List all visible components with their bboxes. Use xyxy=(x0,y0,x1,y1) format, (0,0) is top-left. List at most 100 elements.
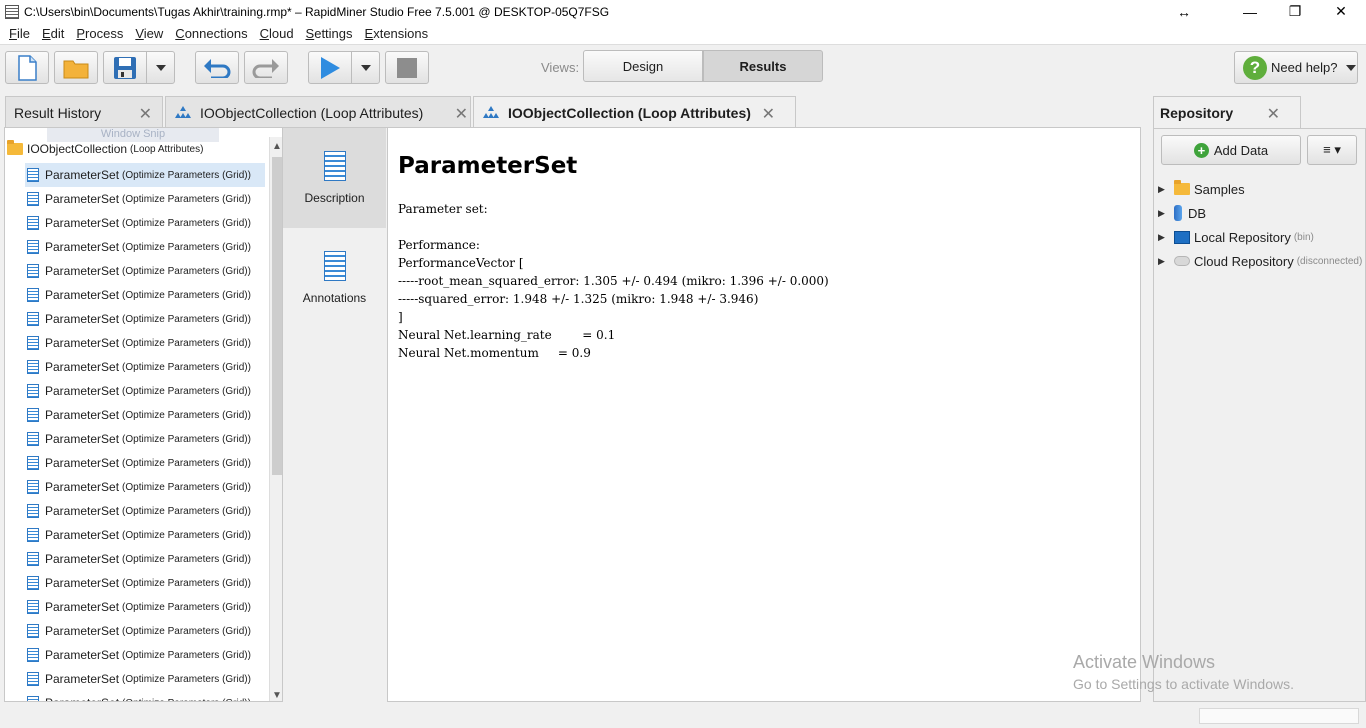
list-item[interactable]: ParameterSet(Optimize Parameters (Grid)) xyxy=(25,331,265,355)
list-item[interactable]: ParameterSet(Optimize Parameters (Grid)) xyxy=(25,379,265,403)
history-scrollbar[interactable]: ▲ ▼ xyxy=(269,137,282,701)
expand-arrow-icon[interactable]: ▶ xyxy=(1158,232,1168,243)
redo-button[interactable] xyxy=(244,51,288,84)
chevron-down-icon xyxy=(1345,64,1356,71)
close-tab-icon[interactable]: ✕ xyxy=(762,104,775,124)
list-item-label: ParameterSet xyxy=(45,528,120,542)
chevron-down-icon xyxy=(360,64,371,71)
expand-arrow-icon[interactable]: ▶ xyxy=(1158,208,1168,219)
close-window-button[interactable]: ✕ xyxy=(1318,0,1364,23)
need-help-button[interactable]: ? Need help? xyxy=(1234,51,1358,84)
tab-result-history-label: Result History xyxy=(14,104,102,121)
repo-item-label: Local Repository xyxy=(1194,229,1291,245)
save-process-button[interactable] xyxy=(103,51,147,84)
list-item[interactable]: ParameterSet(Optimize Parameters (Grid)) xyxy=(25,595,265,619)
window-title: C:\Users\bin\Documents\Tugas Akhir\train… xyxy=(24,4,610,19)
repo-item-cloud-repository[interactable]: ▶ Cloud Repository (disconnected) xyxy=(1158,249,1362,273)
repository-tree: ▶ Samples ▶ DB ▶ Local Repository (bin) … xyxy=(1158,177,1362,273)
close-tab-icon[interactable]: ✕ xyxy=(1267,104,1280,124)
repository-menu-button[interactable]: ≡ ▾ xyxy=(1307,135,1357,165)
repo-item-db[interactable]: ▶ DB xyxy=(1158,201,1362,225)
list-item[interactable]: ParameterSet(Optimize Parameters (Grid)) xyxy=(25,667,265,691)
save-options-dropdown[interactable] xyxy=(146,51,175,84)
parameterset-icon xyxy=(27,384,39,398)
add-data-button[interactable]: + Add Data xyxy=(1161,135,1301,165)
tab-iocollection-1[interactable]: IOObjectCollection (Loop Attributes) ✕ xyxy=(165,96,471,128)
list-item[interactable]: ParameterSet(Optimize Parameters (Grid)) xyxy=(25,355,265,379)
list-item-sublabel: (Optimize Parameters (Grid)) xyxy=(122,409,251,421)
resize-arrows-icon[interactable]: ↔ xyxy=(1161,0,1207,23)
stop-process-button[interactable] xyxy=(385,51,429,84)
list-item[interactable]: ParameterSet(Optimize Parameters (Grid)) xyxy=(25,187,265,211)
scrollbar-thumb[interactable] xyxy=(272,157,282,475)
list-item[interactable]: ParameterSet(Optimize Parameters (Grid)) xyxy=(25,691,265,701)
minimize-button[interactable]: — xyxy=(1227,0,1273,23)
list-item[interactable]: ParameterSet(Optimize Parameters (Grid)) xyxy=(25,643,265,667)
tab-result-history[interactable]: Result History ✕ xyxy=(5,96,163,128)
list-item[interactable]: ParameterSet(Optimize Parameters (Grid)) xyxy=(25,403,265,427)
list-item-sublabel: (Optimize Parameters (Grid)) xyxy=(122,529,251,541)
need-help-label: Need help? xyxy=(1271,60,1338,75)
description-view-button[interactable]: Description xyxy=(283,128,386,228)
tree-root-label: IOObjectCollection xyxy=(27,142,128,156)
list-item[interactable]: ParameterSet(Optimize Parameters (Grid)) xyxy=(25,427,265,451)
save-disk-icon xyxy=(114,56,136,79)
list-item-label: ParameterSet xyxy=(45,216,120,230)
list-item[interactable]: ParameterSet(Optimize Parameters (Grid)) xyxy=(25,547,265,571)
parameterset-icon xyxy=(27,312,39,326)
close-tab-icon[interactable]: ✕ xyxy=(139,104,152,124)
repo-item-local-repository[interactable]: ▶ Local Repository (bin) xyxy=(1158,225,1362,249)
list-item-sublabel: (Optimize Parameters (Grid)) xyxy=(122,289,251,301)
tab-iocollection-2[interactable]: IOObjectCollection (Loop Attributes) ✕ xyxy=(473,96,796,129)
tab-iocollection-2-label: IOObjectCollection (Loop Attributes) xyxy=(508,105,751,121)
results-tab-strip: Result History ✕ IOObjectCollection (Loo… xyxy=(0,96,1150,129)
list-item[interactable]: ParameterSet(Optimize Parameters (Grid)) xyxy=(25,235,265,259)
menu-cloud[interactable]: Cloud xyxy=(254,26,300,41)
open-folder-icon xyxy=(63,60,89,78)
list-item[interactable]: ParameterSet(Optimize Parameters (Grid)) xyxy=(25,211,265,235)
parameterset-icon xyxy=(27,240,39,254)
expand-arrow-icon[interactable]: ▶ xyxy=(1158,184,1168,195)
list-item[interactable]: ParameterSet(Optimize Parameters (Grid)) xyxy=(25,499,265,523)
list-item[interactable]: ParameterSet(Optimize Parameters (Grid)) xyxy=(25,619,265,643)
list-item[interactable]: ParameterSet(Optimize Parameters (Grid)) xyxy=(25,259,265,283)
run-options-dropdown[interactable] xyxy=(351,51,380,84)
run-process-button[interactable] xyxy=(308,51,352,84)
design-view-button[interactable]: Design xyxy=(583,50,703,82)
parameterset-icon xyxy=(27,288,39,302)
list-item[interactable]: ParameterSet(Optimize Parameters (Grid)) xyxy=(25,451,265,475)
list-item[interactable]: ParameterSet(Optimize Parameters (Grid)) xyxy=(25,571,265,595)
close-tab-icon[interactable]: ✕ xyxy=(455,104,468,124)
collection-icon xyxy=(483,106,499,118)
menu-file[interactable]: File xyxy=(3,26,36,41)
menu-settings[interactable]: Settings xyxy=(300,26,359,41)
expand-arrow-icon[interactable]: ▶ xyxy=(1158,256,1168,267)
new-process-button[interactable] xyxy=(5,51,49,84)
parameterset-icon xyxy=(27,216,39,230)
tree-root-iocollection[interactable]: IOObjectCollection (Loop Attributes) xyxy=(7,140,203,156)
menu-connections[interactable]: Connections xyxy=(169,26,253,41)
undo-button[interactable] xyxy=(195,51,239,84)
menu-extensions[interactable]: Extensions xyxy=(359,26,435,41)
scroll-down-arrow-icon[interactable]: ▼ xyxy=(270,688,282,701)
repo-item-samples[interactable]: ▶ Samples xyxy=(1158,177,1362,201)
question-mark-icon: ? xyxy=(1243,55,1267,80)
list-item-sublabel: (Optimize Parameters (Grid)) xyxy=(122,505,251,517)
list-item[interactable]: ParameterSet(Optimize Parameters (Grid)) xyxy=(25,523,265,547)
annotations-view-button[interactable]: Annotations xyxy=(283,228,386,328)
parameterset-icon xyxy=(27,480,39,494)
restore-button[interactable]: ❐ xyxy=(1272,0,1318,23)
parameterset-icon xyxy=(27,408,39,422)
menu-edit[interactable]: Edit xyxy=(36,26,70,41)
menu-process[interactable]: Process xyxy=(70,26,129,41)
list-item[interactable]: ParameterSet(Optimize Parameters (Grid)) xyxy=(25,475,265,499)
list-item[interactable]: ParameterSet(Optimize Parameters (Grid)) xyxy=(25,163,265,187)
list-item-sublabel: (Optimize Parameters (Grid)) xyxy=(122,553,251,565)
results-view-button[interactable]: Results xyxy=(703,50,823,82)
menu-view[interactable]: View xyxy=(129,26,169,41)
open-process-button[interactable] xyxy=(54,51,98,84)
scroll-up-arrow-icon[interactable]: ▲ xyxy=(270,139,282,153)
tab-repository[interactable]: Repository ✕ xyxy=(1153,96,1301,129)
list-item[interactable]: ParameterSet(Optimize Parameters (Grid)) xyxy=(25,307,265,331)
list-item[interactable]: ParameterSet(Optimize Parameters (Grid)) xyxy=(25,283,265,307)
